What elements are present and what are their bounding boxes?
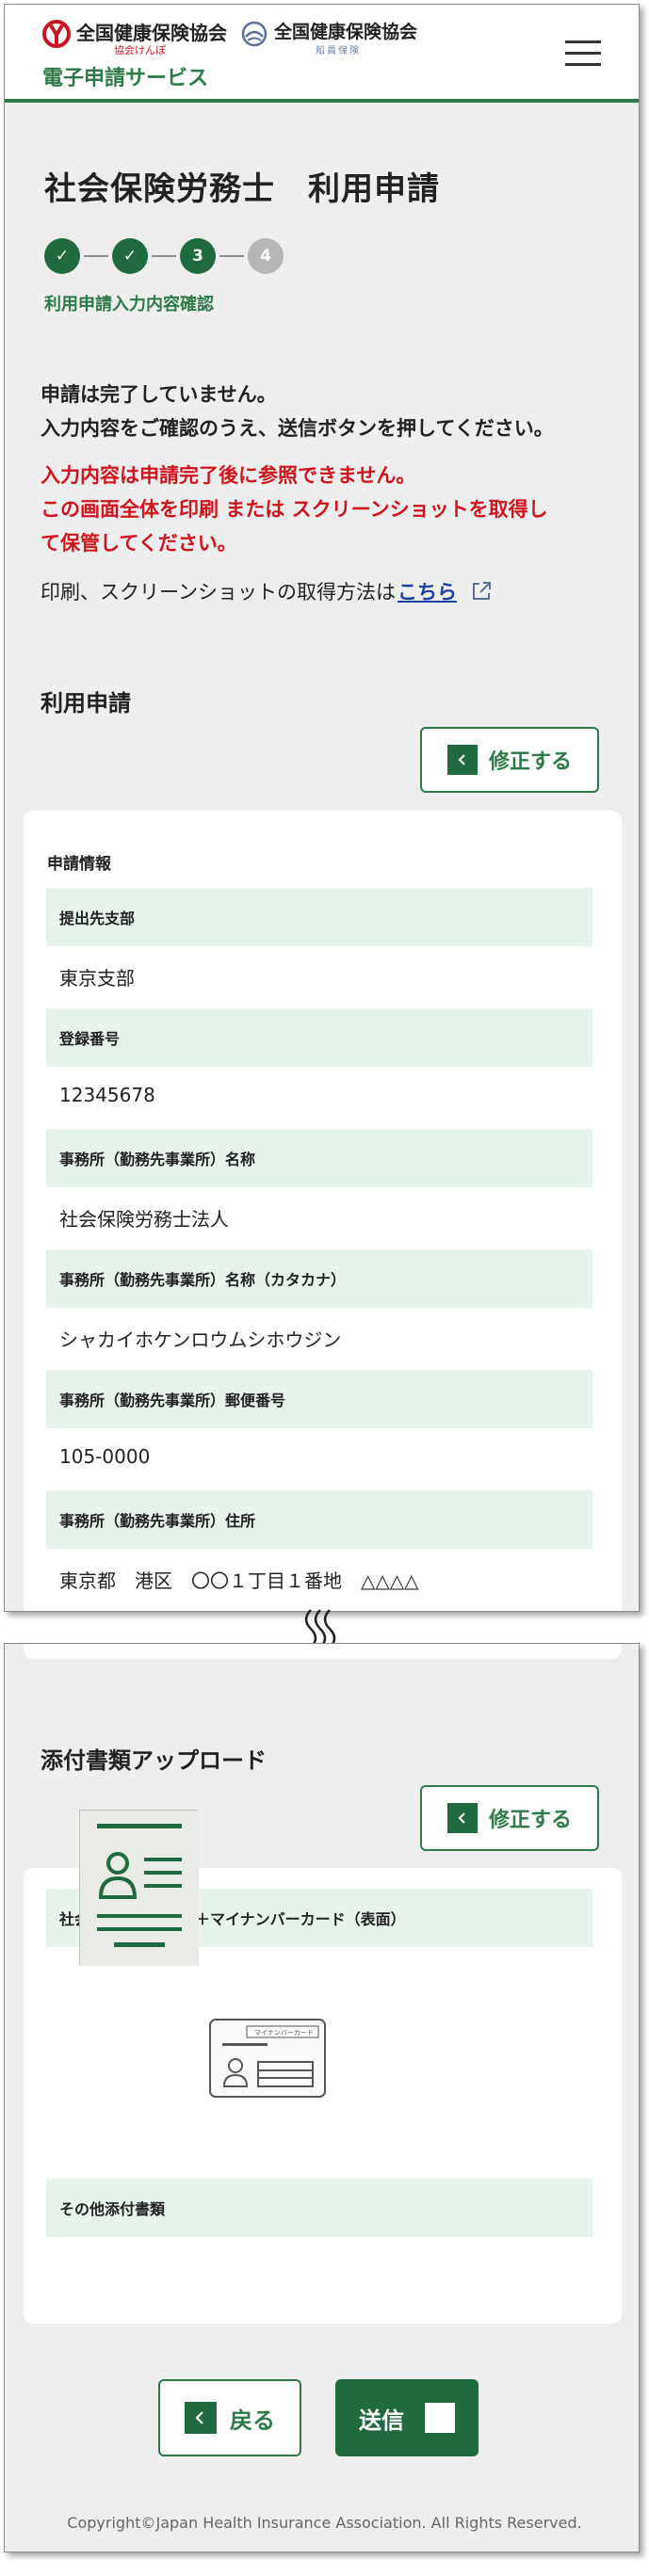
back-button-label: 戻る bbox=[230, 2407, 275, 2434]
howto-link[interactable]: こちら bbox=[398, 577, 457, 605]
step-1-check-icon: ✓ bbox=[44, 238, 80, 274]
card-text: マイナンバーカード bbox=[254, 2029, 314, 2037]
kenpo-logo-icon bbox=[42, 20, 71, 48]
step-connector bbox=[219, 255, 244, 257]
field-label-postal-code: 事務所（勤務先事業所）郵便番号 bbox=[46, 1370, 592, 1428]
incomplete-notice: 申請は完了していません。 入力内容をご確認のうえ、送信ボタンを押してください。 bbox=[41, 378, 554, 445]
logo2-title: 全国健康保険協会 bbox=[274, 22, 418, 42]
field-label-branch: 提出先支部 bbox=[46, 888, 592, 946]
card-heading: 申請情報 bbox=[47, 855, 111, 874]
step-connector bbox=[152, 255, 176, 257]
logo1-title: 全国健康保険協会 bbox=[76, 22, 227, 44]
field-label-office-name-kana: 事務所（勤務先事業所）名称（カタカナ） bbox=[46, 1249, 592, 1308]
square-icon bbox=[425, 2403, 455, 2433]
field-value-branch: 東京支部 bbox=[59, 967, 135, 990]
hamburger-icon[interactable] bbox=[565, 40, 601, 67]
chevron-left-icon bbox=[185, 2402, 217, 2434]
certificate-thumbnail[interactable] bbox=[79, 1810, 199, 1966]
step-label: 利用申請入力内容確認 bbox=[44, 295, 214, 314]
edit-button-label: 修正する bbox=[488, 1809, 572, 1832]
attachments-section-title: 添付書類アップロード bbox=[41, 1747, 267, 1774]
screenshot-top: 全国健康保険協会 協会けんぽ 全国健康保険協会 船員保険 電子申請サービス 社会… bbox=[4, 4, 640, 1612]
field-label-other-docs: その他添付書類 bbox=[46, 2179, 592, 2237]
save-warning: 入力内容は申請完了後に参照できません。 この画面全体を印刷 または スクリーンシ… bbox=[41, 459, 548, 560]
page-title: 社会保険労務士 利用申請 bbox=[44, 170, 440, 208]
field-label-office-name: 事務所（勤務先事業所）名称 bbox=[46, 1129, 592, 1187]
send-button-label: 送信 bbox=[359, 2407, 404, 2434]
field-label-address: 事務所（勤務先事業所）住所 bbox=[46, 1490, 592, 1549]
step-2-check-icon: ✓ bbox=[112, 238, 148, 274]
application-info-card: 申請情報 提出先支部 東京支部 登録番号 12345678 事務所（勤務先事業所… bbox=[24, 811, 622, 1611]
warning-line: て保管してください。 bbox=[41, 532, 237, 555]
footer-copyright: Copyright©Japan Health Insurance Associa… bbox=[67, 2514, 582, 2532]
senin-logo-icon bbox=[241, 21, 268, 47]
external-link-icon[interactable] bbox=[470, 580, 493, 603]
step-4: 4 bbox=[248, 238, 284, 274]
logo1-subtitle: 協会けんぽ bbox=[114, 44, 166, 56]
logo2-subtitle: 船員保険 bbox=[316, 46, 361, 56]
step-connector bbox=[84, 255, 108, 257]
edit-application-button[interactable]: 修正する bbox=[420, 727, 599, 793]
back-button[interactable]: 戻る bbox=[158, 2379, 301, 2456]
field-value-postal-code: 105-0000 bbox=[59, 1445, 151, 1468]
application-section-title: 利用申請 bbox=[41, 690, 131, 716]
service-name[interactable]: 電子申請サービス bbox=[42, 61, 208, 91]
step-3: 3 bbox=[180, 238, 216, 274]
edit-attachments-button[interactable]: 修正する bbox=[420, 1785, 599, 1851]
send-button[interactable]: 送信 bbox=[335, 2379, 479, 2456]
field-label-registration-number: 登録番号 bbox=[46, 1008, 592, 1067]
mynumber-card-thumbnail[interactable]: マイナンバーカード bbox=[209, 2019, 326, 2098]
progress-steps: ✓ ✓ 3 4 bbox=[44, 238, 289, 276]
chevron-left-icon bbox=[446, 1803, 478, 1833]
warning-line: この画面全体を印刷 または スクリーンショットを取得し bbox=[41, 498, 548, 521]
application-card-end bbox=[24, 1644, 622, 1659]
id-card-icon: マイナンバーカード bbox=[209, 2019, 326, 2098]
chevron-left-icon bbox=[446, 745, 478, 775]
edit-button-label: 修正する bbox=[488, 750, 572, 774]
field-value-office-name-kana: シャカイホケンロウムシホウジン bbox=[59, 1328, 342, 1351]
field-value-office-name: 社会保険労務士法人 bbox=[59, 1208, 229, 1231]
id-document-icon bbox=[80, 1811, 199, 1966]
howto-text: 印刷、スクリーンショットの取得方法は bbox=[41, 581, 396, 604]
howto-line: 印刷、スクリーンショットの取得方法は こちら bbox=[41, 577, 493, 605]
field-value-registration-number: 12345678 bbox=[59, 1084, 155, 1106]
field-value-address: 東京都 港区 〇〇１丁目１番地 △△△△ bbox=[59, 1570, 419, 1592]
site-header: 全国健康保険協会 協会けんぽ 全国健康保険協会 船員保険 電子申請サービス bbox=[5, 5, 639, 103]
notice-line: 入力内容をご確認のうえ、送信ボタンを押してください。 bbox=[41, 417, 554, 440]
notice-line: 申請は完了していません。 bbox=[41, 383, 277, 406]
warning-line: 入力内容は申請完了後に参照できません。 bbox=[41, 464, 416, 487]
